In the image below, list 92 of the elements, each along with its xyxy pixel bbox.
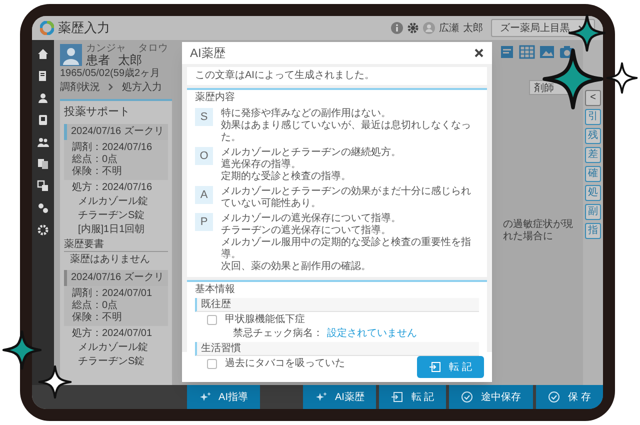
section-title: 薬歴内容 — [195, 92, 236, 104]
detail-link[interactable]: 設定されていません — [327, 328, 417, 340]
soap-text: 定期的な受診と検査の指導。 — [221, 171, 352, 183]
name-reading: カンジャ — [86, 44, 126, 54]
soap-text: 効果はあまり感じていないが、最近は息切れしなくなった。 — [221, 120, 472, 144]
close-icon[interactable] — [474, 48, 484, 58]
visit-info: 総点：0点 — [72, 300, 119, 312]
document-icon[interactable] — [37, 70, 49, 82]
visit-header[interactable]: 2024/07/16 ズークリ — [64, 124, 168, 140]
breadcrumb-link[interactable]: 処方入力 — [122, 80, 162, 94]
checkbox[interactable] — [207, 359, 217, 369]
notebook-icon[interactable] — [37, 114, 49, 126]
bottom-action-button[interactable]: AI薬歴 — [302, 385, 376, 409]
warning-text: の過敏症状が現れた場合に — [503, 219, 574, 243]
copy-icon[interactable] — [37, 180, 49, 192]
notes-text: 薬歴はありません — [69, 254, 151, 266]
drug-name: メルカゾール錠 — [77, 196, 149, 208]
app-title: 薬歴入力 — [58, 19, 110, 38]
soap-text: 次回、薬の効果と副作用の確認。 — [221, 261, 372, 273]
visit-info: 保険：不明 — [72, 312, 123, 324]
checkbox-label: 甲状腺機能低下症 — [225, 314, 305, 326]
visit-info: 調剤：2024/07/16 — [72, 142, 154, 154]
side-tab[interactable]: 処 — [585, 185, 601, 201]
soap-text: 遮光保存の指導。 — [221, 159, 302, 170]
sparkle-icon — [38, 365, 72, 399]
bottom-action-button[interactable]: 保 存 — [536, 385, 603, 409]
prescription-date: 処方：2024/07/16 — [71, 182, 154, 194]
soap-label: A — [195, 186, 213, 204]
notes-heading: 薬歴要書 — [64, 239, 168, 252]
visit-header[interactable]: 2024/07/16 ズークリ — [64, 270, 168, 286]
drug-name: チラーヂンS錠 — [77, 210, 146, 222]
side-tab[interactable]: 指 — [585, 223, 601, 239]
drug-name: [内服]1日1回朝 — [77, 224, 146, 236]
settings-icon[interactable] — [407, 22, 419, 34]
soap-text: メルカゾールとチラーヂンの効果がまだ十分に感じられていない可能性あり。 — [221, 186, 472, 210]
drug-name: チラーヂンS錠 — [77, 356, 146, 368]
panel-title: 投薬サポート — [64, 104, 131, 120]
bottom-action-button[interactable]: 転 記 — [379, 385, 446, 409]
collapse-button[interactable]: < — [585, 90, 601, 106]
documents-icon[interactable] — [37, 158, 49, 170]
name-reading: タロウ — [138, 44, 168, 54]
sparkle-icon — [606, 62, 638, 94]
side-tab[interactable]: 引 — [585, 109, 601, 125]
info-icon[interactable] — [391, 22, 403, 34]
group-header: 生活習慣 — [195, 342, 479, 356]
sparkle-icon — [2, 330, 42, 370]
dialog-title: AI薬歴 — [190, 45, 226, 62]
user-family-name: 広瀬 — [439, 22, 459, 36]
check-circle-icon — [548, 391, 560, 403]
patient-name: 太郎 — [118, 54, 142, 67]
side-tab[interactable]: 残 — [585, 128, 601, 144]
bottom-action-button[interactable]: AI指導 — [186, 385, 260, 409]
checkbox[interactable] — [207, 315, 217, 325]
check-circle-icon — [461, 391, 474, 403]
patient-avatar-icon — [60, 44, 82, 66]
person-icon[interactable] — [37, 92, 49, 104]
soap-text: メルカゾール服用中の定期的な受診と検査の重要性を指導。 — [221, 237, 472, 260]
chevron-right-icon — [108, 83, 114, 91]
section-title: 基本情報 — [195, 284, 236, 296]
visit-info: 総点：0点 — [72, 154, 119, 166]
people-icon[interactable] — [37, 136, 49, 148]
soap-text: 特に発疹や痒みなどの副作用はない。 — [221, 108, 392, 120]
soap-label: P — [195, 213, 213, 231]
detail-label: 禁忌チェック病名： — [233, 328, 323, 340]
side-tab[interactable]: 確 — [585, 166, 601, 182]
soap-text: メルカゾールとチラーヂンの継続処方。 — [221, 147, 401, 158]
home-icon[interactable] — [37, 48, 49, 60]
patient-birth-date: 1965/05/02(59歳2ヶ月 — [60, 68, 160, 79]
app-logo-icon — [40, 21, 54, 35]
soap-label: S — [195, 108, 213, 126]
bottom-action-button[interactable]: 途中保存 — [449, 385, 534, 409]
sparkles-icon — [198, 391, 211, 403]
visit-info: 調剤：2024/07/01 — [72, 288, 154, 300]
drug-name: メルカゾール錠 — [77, 342, 149, 354]
side-tab[interactable]: 差 — [585, 147, 601, 163]
breadcrumb-link[interactable]: 調剤状況 — [60, 80, 100, 94]
import-icon — [429, 361, 442, 373]
ai-notice: この文章はAIによって生成されました。 — [187, 67, 487, 85]
transfer-button[interactable]: 転 記 — [417, 356, 484, 378]
visit-info: 保険：不明 — [72, 166, 123, 178]
import-icon — [391, 391, 404, 403]
user-avatar-icon — [423, 22, 435, 34]
sparkles-icon — [314, 391, 327, 403]
soap-label: O — [195, 147, 213, 165]
user-given-name: 太郎 — [463, 22, 483, 36]
group-header: 既往歴 — [195, 298, 479, 312]
checkbox-label: 過去にタバコを吸っていた — [225, 358, 345, 370]
soap-text: メルカゾールの遮光保存について指導。 — [221, 213, 402, 224]
soap-text: チラーヂンの遮光保存について指導。 — [221, 225, 392, 236]
side-tab[interactable]: 副 — [585, 204, 601, 220]
prescription-date: 処方：2024/07/01 — [71, 328, 154, 340]
patient-name: 患者 — [86, 54, 110, 67]
